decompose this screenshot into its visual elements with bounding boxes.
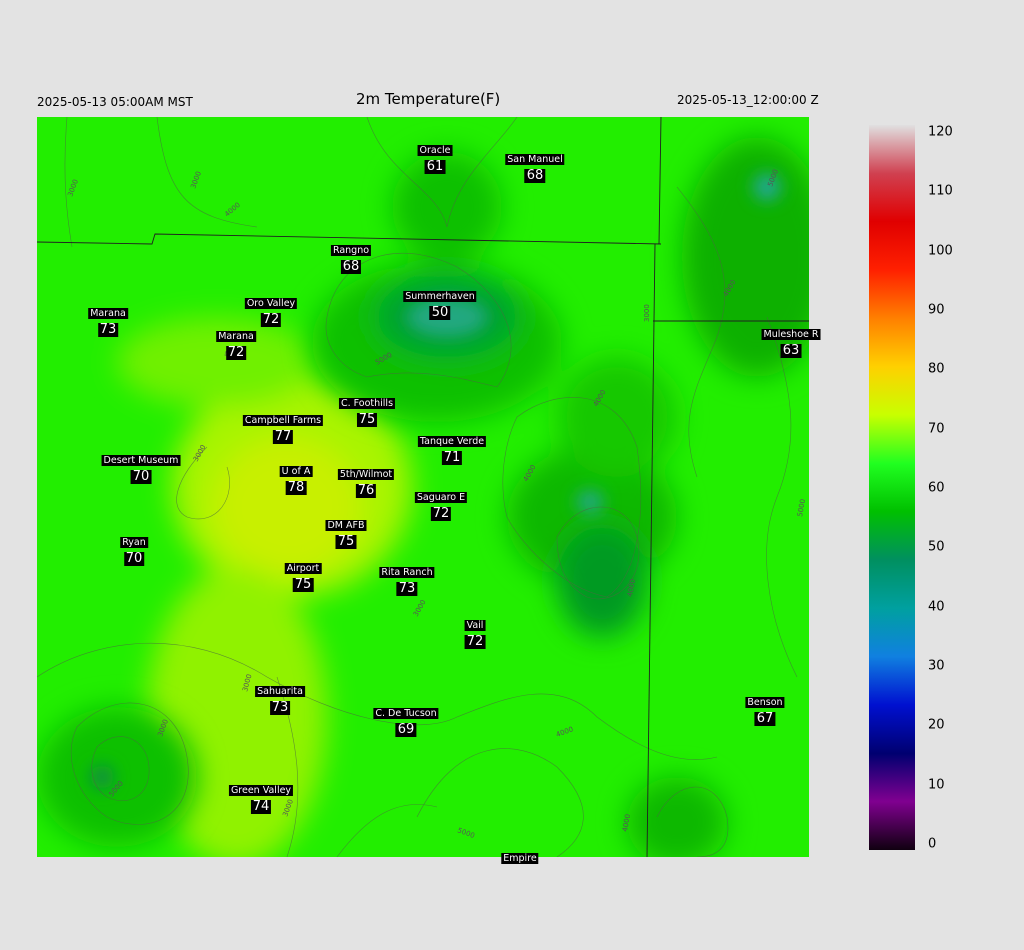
station-name: Desert Museum (101, 455, 181, 466)
colorbar-tick-label: 100 (928, 243, 953, 259)
station-temperature: 72 (464, 634, 486, 649)
station-temperature: 72 (225, 345, 247, 360)
colorbar-ramp (869, 125, 915, 850)
station-name: Campbell Farms (242, 415, 324, 426)
station-marker[interactable]: Muleshoe R 63 (761, 322, 821, 358)
station-temperature: 73 (269, 700, 291, 715)
station-marker[interactable]: C. De Tucson 69 (373, 701, 439, 737)
contour-elevation-label: 3000 (643, 304, 651, 322)
station-name: Empire (501, 853, 539, 864)
station-marker[interactable]: Campbell Farms 77 (242, 408, 324, 444)
station-temperature: 70 (130, 469, 152, 484)
colorbar-tick-label: 10 (928, 777, 945, 793)
colorbar-tick-label: 20 (928, 717, 945, 733)
station-marker[interactable]: U of A 78 (279, 459, 313, 495)
station-marker[interactable]: Airport 75 (284, 556, 322, 592)
station-marker[interactable]: Sahuarita 73 (255, 679, 305, 715)
station-marker[interactable]: Summerhaven 50 (403, 284, 477, 320)
colorbar-tick-label: 80 (928, 361, 945, 377)
station-marker[interactable]: Vail 72 (464, 613, 486, 649)
station-name: Tanque Verde (417, 436, 487, 447)
station-temperature: 71 (441, 450, 463, 465)
station-name: Saguaro E (414, 492, 468, 503)
station-temperature: 63 (780, 343, 802, 358)
station-name: C. De Tucson (373, 708, 439, 719)
station-temperature: 73 (396, 581, 418, 596)
station-name: Ryan (120, 537, 148, 548)
colorbar-tick-label: 70 (928, 421, 945, 437)
station-name: Airport (284, 563, 322, 574)
map-title: 2m Temperature(F) (356, 90, 501, 108)
station-marker[interactable]: Marana 73 (88, 301, 128, 337)
station-name: DM AFB (325, 520, 367, 531)
station-marker[interactable]: Desert Museum 70 (101, 448, 181, 484)
station-temperature: 72 (430, 506, 452, 521)
station-marker[interactable]: Green Valley 74 (228, 778, 294, 814)
station-name: San Manuel (505, 154, 565, 165)
station-marker[interactable]: Marana 72 (216, 324, 256, 360)
station-temperature: 67 (754, 711, 776, 726)
colorbar-tick-label: 0 (928, 836, 937, 852)
station-temperature: 72 (260, 312, 282, 327)
station-temperature: 78 (285, 480, 307, 495)
station-marker[interactable]: Rangno 68 (330, 238, 372, 274)
station-name: Summerhaven (403, 291, 477, 302)
station-name: C. Foothills (338, 398, 396, 409)
station-temperature: 74 (250, 799, 272, 814)
station-marker[interactable]: Tanque Verde 71 (417, 429, 487, 465)
station-temperature: 77 (272, 429, 294, 444)
station-name: Vail (464, 620, 486, 631)
station-marker[interactable]: DM AFB 75 (325, 513, 367, 549)
station-temperature: 75 (356, 412, 378, 427)
valid-time-local: 2025-05-13 05:00AM MST (37, 95, 193, 109)
colorbar-tick-label: 120 (928, 124, 953, 140)
station-name: Marana (216, 331, 256, 342)
colorbar-tick-label: 40 (928, 599, 945, 615)
colorbar-tick-label: 90 (928, 302, 945, 318)
station-temperature: 50 (429, 305, 451, 320)
station-name: Rangno (330, 245, 372, 256)
colorbar-tick-label: 110 (928, 183, 953, 199)
station-marker[interactable]: Oracle 61 (417, 138, 453, 174)
station-temperature: 75 (335, 534, 357, 549)
station-temperature: 76 (355, 483, 377, 498)
colorbar-tick-label: 50 (928, 539, 945, 555)
station-temperature: 73 (97, 322, 119, 337)
colorbar (869, 125, 915, 850)
station-name: U of A (279, 466, 313, 477)
station-marker[interactable]: Saguaro E 72 (414, 485, 468, 521)
station-marker[interactable]: Oro Valley 72 (244, 291, 298, 327)
station-temperature: 75 (292, 577, 314, 592)
station-name: Rita Ranch (379, 567, 435, 578)
station-marker[interactable]: Empire (501, 846, 539, 865)
station-temperature: 69 (395, 722, 417, 737)
station-name: 5th/Wilmot (337, 469, 395, 480)
station-temperature: 68 (340, 259, 362, 274)
station-marker[interactable]: 5th/Wilmot 76 (337, 462, 395, 498)
station-marker[interactable]: C. Foothills 75 (338, 391, 396, 427)
station-temperature: 68 (524, 168, 546, 183)
station-name: Sahuarita (255, 686, 305, 697)
station-marker[interactable]: Ryan 70 (120, 530, 148, 566)
valid-time-utc: 2025-05-13_12:00:00 Z (677, 93, 819, 107)
station-name: Oro Valley (244, 298, 298, 309)
station-name: Green Valley (228, 785, 294, 796)
station-temperature: 70 (123, 551, 145, 566)
station-name: Marana (88, 308, 128, 319)
station-name: Benson (745, 697, 785, 708)
station-temperature: 61 (424, 159, 446, 174)
station-marker[interactable]: Rita Ranch 73 (379, 560, 435, 596)
station-name: Muleshoe R (761, 329, 821, 340)
station-name: Oracle (417, 145, 453, 156)
station-marker[interactable]: Benson 67 (745, 690, 785, 726)
colorbar-tick-label: 30 (928, 658, 945, 674)
colorbar-tick-label: 60 (928, 480, 945, 496)
station-marker[interactable]: San Manuel 68 (505, 147, 565, 183)
